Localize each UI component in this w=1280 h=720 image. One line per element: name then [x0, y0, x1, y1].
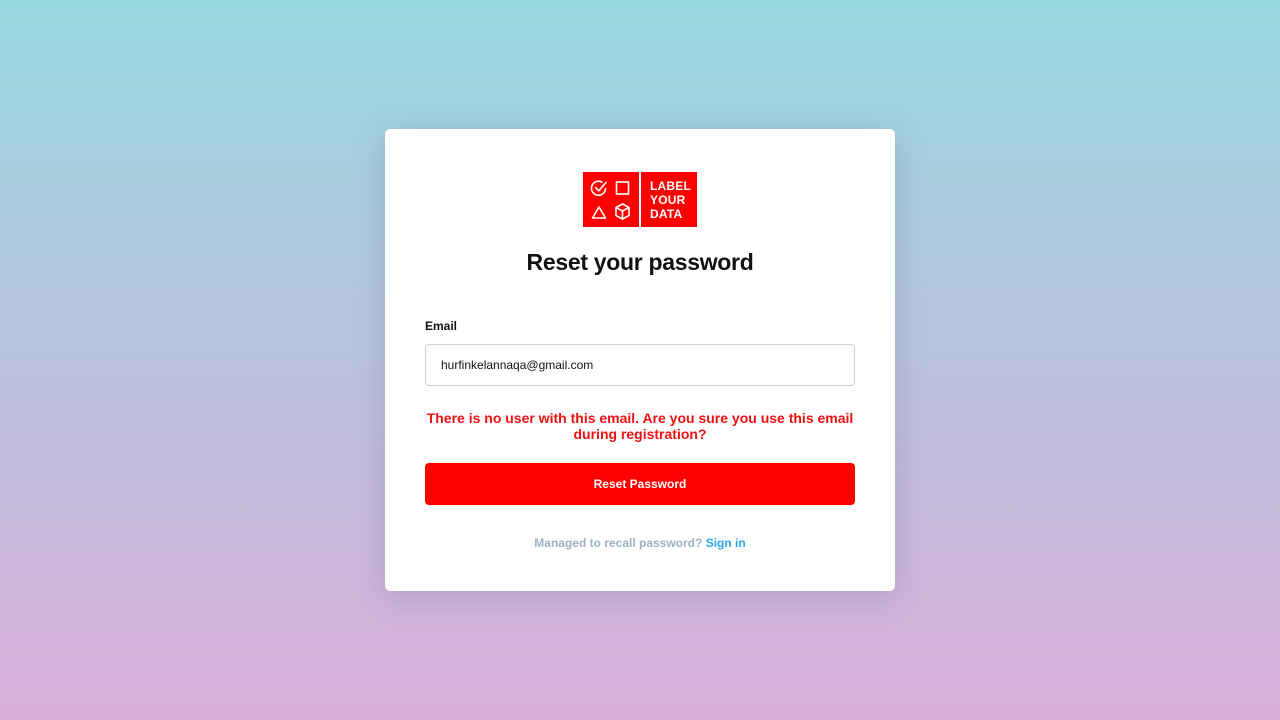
cube-icon	[615, 203, 630, 220]
triangle-icon	[591, 206, 607, 219]
brand-logo: LABEL YOUR DATA	[583, 172, 697, 227]
logo-wordmark: LABEL YOUR DATA	[641, 172, 697, 227]
page-title: Reset your password	[526, 249, 754, 275]
square-icon	[615, 181, 630, 195]
logo-icon-block	[583, 172, 639, 227]
logo-line-1: LABEL	[650, 179, 691, 193]
email-label: Email	[425, 319, 458, 333]
recall-password-text: Managed to recall password?	[534, 536, 703, 550]
check-circle-icon	[590, 180, 607, 197]
reset-password-button[interactable]: Reset Password	[425, 463, 855, 505]
email-input[interactable]	[425, 344, 855, 386]
signin-prompt: Managed to recall password? Sign in	[385, 536, 895, 550]
reset-password-card: LABEL YOUR DATA Reset your password Emai…	[385, 129, 895, 591]
error-message: There is no user with this email. Are yo…	[426, 410, 854, 442]
logo-line-2: YOUR	[650, 193, 686, 207]
logo-line-3: DATA	[650, 207, 683, 221]
sign-in-link[interactable]: Sign in	[706, 536, 746, 550]
